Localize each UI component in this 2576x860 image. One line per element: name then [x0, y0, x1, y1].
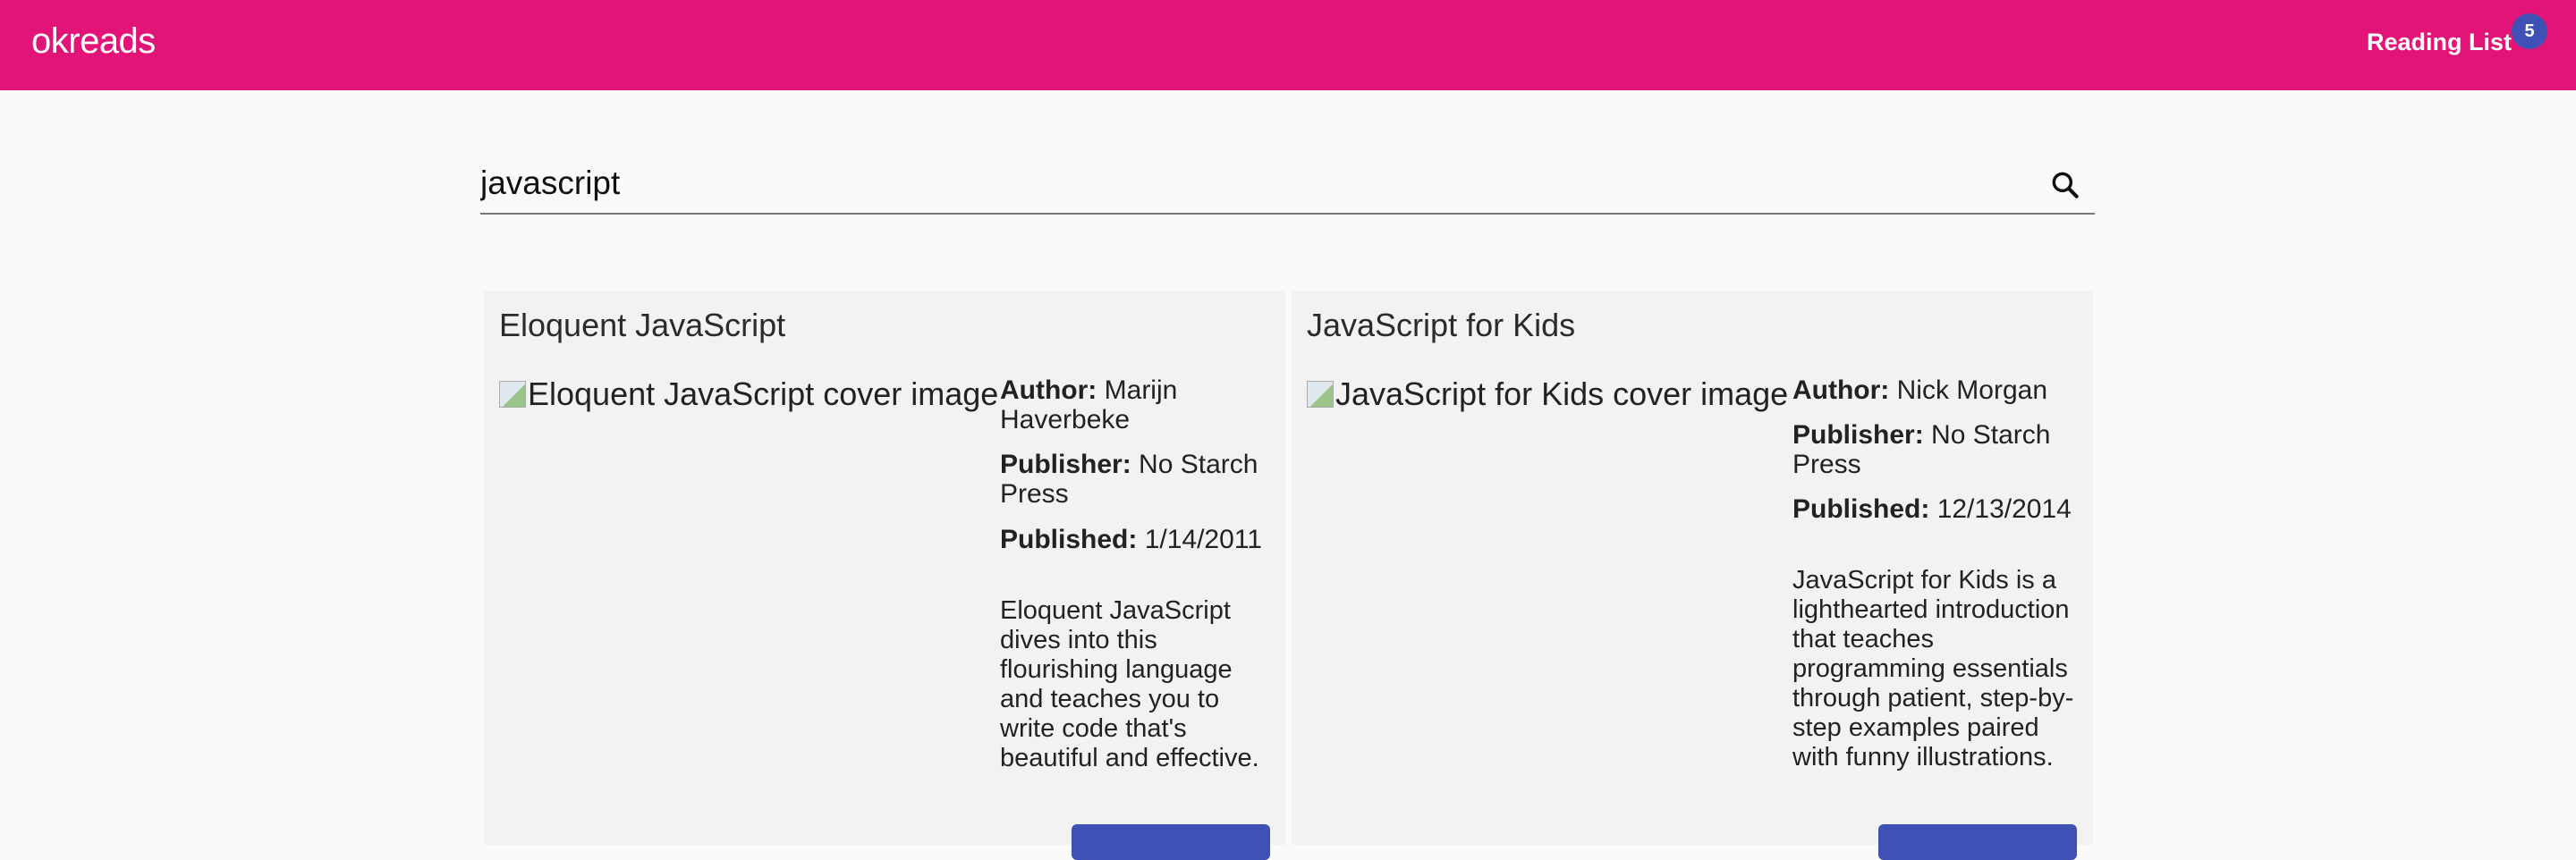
top-toolbar: okreads Reading List 5	[0, 0, 2576, 90]
book-description: JavaScript for Kids is a lighthearted in…	[1792, 566, 2074, 771]
book-title: JavaScript for Kids	[1307, 307, 1576, 343]
reading-list-count-badge: 5	[2512, 13, 2547, 49]
author-label: Author:	[1792, 375, 1890, 405]
search-icon[interactable]	[2048, 168, 2082, 202]
cover-alt-text: JavaScript for Kids cover image	[1335, 375, 1789, 412]
book-description: Eloquent JavaScript dives into this flou…	[1000, 596, 1259, 772]
broken-image-icon	[1307, 381, 1334, 408]
book-card: Eloquent JavaScript Eloquent JavaScript …	[484, 291, 1285, 860]
book-published: Published: 1/14/2011	[1000, 525, 1273, 554]
published-label: Published:	[1000, 525, 1138, 554]
book-publisher: Publisher: No Starch Press	[1792, 420, 2083, 479]
want-to-read-button[interactable]	[1878, 824, 2077, 860]
app-title: okreads	[31, 21, 156, 61]
author-label: Author:	[1000, 375, 1097, 405]
published-value: 1/14/2011	[1144, 525, 1262, 554]
book-cover-image: Eloquent JavaScript cover image	[499, 375, 998, 413]
cover-alt-text: Eloquent JavaScript cover image	[528, 375, 999, 412]
published-value: 12/13/2014	[1936, 494, 2072, 524]
published-label: Published:	[1792, 494, 1930, 524]
book-title: Eloquent JavaScript	[499, 307, 786, 343]
publisher-label: Publisher:	[1000, 450, 1131, 479]
broken-image-icon	[499, 381, 526, 408]
author-value: Nick Morgan	[1896, 375, 2048, 405]
book-publisher: Publisher: No Starch Press	[1000, 450, 1273, 509]
book-published: Published: 12/13/2014	[1792, 494, 2083, 524]
want-to-read-button[interactable]	[1072, 824, 1270, 860]
book-cover-image: JavaScript for Kids cover image	[1307, 375, 1788, 413]
book-card: JavaScript for Kids JavaScript for Kids …	[1292, 291, 2093, 860]
search-input[interactable]	[480, 161, 2001, 206]
search-field	[480, 152, 2095, 215]
book-author: Author: Nick Morgan	[1792, 375, 2083, 405]
book-author: Author: Marijn Haverbeke	[1000, 375, 1273, 434]
publisher-label: Publisher:	[1792, 420, 1924, 450]
reading-list-button[interactable]: Reading List	[2367, 29, 2512, 56]
